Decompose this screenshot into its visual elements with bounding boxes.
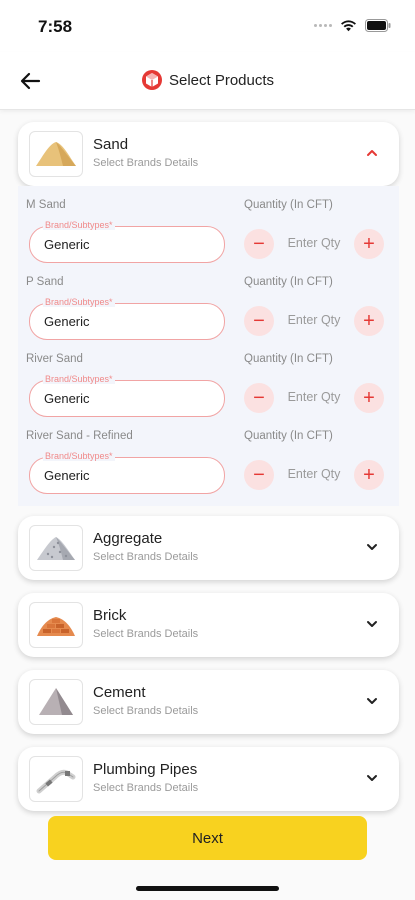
brand-select-river-sand-refined[interactable]: Brand/Subtypes* Generic bbox=[29, 451, 225, 494]
quantity-input[interactable]: Enter Qty bbox=[282, 390, 346, 404]
status-bar: 7:58 bbox=[0, 0, 415, 52]
select-products-screen: 7:58 Select Products Sand Select Brands … bbox=[0, 0, 415, 900]
brand-select-river-sand[interactable]: Brand/Subtypes* Generic bbox=[29, 374, 225, 417]
quantity-input[interactable]: Enter Qty bbox=[282, 467, 346, 481]
brand-select-p-sand[interactable]: Brand/Subtypes* Generic bbox=[29, 297, 225, 340]
chevron-down-icon[interactable] bbox=[365, 694, 379, 708]
product-card-plumbing-pipes[interactable]: Plumbing Pipes Select Brands Details bbox=[18, 747, 399, 811]
battery-icon bbox=[365, 19, 391, 32]
aggregate-thumbnail bbox=[29, 525, 83, 571]
brick-thumbnail bbox=[29, 602, 83, 648]
increment-button[interactable]: + bbox=[354, 460, 384, 490]
sand-thumbnail bbox=[29, 131, 83, 177]
home-indicator bbox=[136, 886, 279, 891]
quantity-stepper-p-sand: − Enter Qty + bbox=[236, 303, 392, 340]
card-title: Plumbing Pipes bbox=[93, 761, 198, 778]
quantity-label: Quantity (In CFT) bbox=[244, 353, 333, 365]
chevron-down-icon[interactable] bbox=[365, 771, 379, 785]
brand-field-value: Generic bbox=[44, 314, 90, 329]
product-card-aggregate[interactable]: Aggregate Select Brands Details bbox=[18, 516, 399, 580]
logo-icon bbox=[141, 70, 162, 90]
pipes-thumbnail bbox=[29, 756, 83, 802]
sand-subtypes-panel: M Sand Quantity (In CFT) Brand/Subtypes*… bbox=[18, 186, 399, 506]
product-card-brick[interactable]: Brick Select Brands Details bbox=[18, 593, 399, 657]
subtype-label-p-sand: P Sand bbox=[26, 276, 64, 288]
cement-icon bbox=[39, 688, 73, 715]
app-header: Select Products bbox=[0, 52, 415, 110]
brand-field-value: Generic bbox=[44, 237, 90, 252]
increment-button[interactable]: + bbox=[354, 383, 384, 413]
card-subtitle: Select Brands Details bbox=[93, 157, 199, 169]
card-subtitle: Select Brands Details bbox=[93, 705, 199, 717]
pipes-icon bbox=[36, 769, 76, 794]
chevron-down-icon[interactable] bbox=[365, 540, 379, 554]
card-subtitle: Select Brands Details bbox=[93, 628, 199, 640]
chevron-down-icon[interactable] bbox=[365, 617, 379, 631]
card-title: Aggregate bbox=[93, 530, 163, 547]
decrement-button[interactable]: − bbox=[244, 229, 274, 259]
quantity-input[interactable]: Enter Qty bbox=[282, 236, 346, 250]
status-icons bbox=[314, 19, 391, 32]
header-title-group: Select Products bbox=[0, 69, 415, 91]
signal-icon bbox=[314, 24, 332, 27]
page-title: Select Products bbox=[168, 71, 275, 89]
brand-select-m-sand[interactable]: Brand/Subtypes* Generic bbox=[29, 220, 225, 263]
product-card-sand[interactable]: Sand Select Brands Details bbox=[18, 122, 399, 186]
decrement-button[interactable]: − bbox=[244, 306, 274, 336]
quantity-stepper-m-sand: − Enter Qty + bbox=[236, 226, 392, 263]
card-title: Brick bbox=[93, 607, 127, 624]
subtype-label-m-sand: M Sand bbox=[26, 199, 66, 211]
aggregate-icon bbox=[37, 537, 75, 560]
quantity-input[interactable]: Enter Qty bbox=[282, 313, 346, 327]
quantity-stepper-river-sand-refined: − Enter Qty + bbox=[236, 457, 392, 494]
sand-pile-icon bbox=[36, 142, 76, 166]
cement-thumbnail bbox=[29, 679, 83, 725]
increment-button[interactable]: + bbox=[354, 306, 384, 336]
decrement-button[interactable]: − bbox=[244, 383, 274, 413]
quantity-label: Quantity (In CFT) bbox=[244, 276, 333, 288]
card-title: Sand bbox=[93, 136, 129, 153]
quantity-stepper-river-sand: − Enter Qty + bbox=[236, 380, 392, 417]
quantity-label: Quantity (In CFT) bbox=[244, 430, 333, 442]
subtype-label-river-sand: River Sand bbox=[26, 353, 83, 365]
brand-field-legend: Brand/Subtypes* bbox=[43, 220, 115, 230]
next-button[interactable]: Next bbox=[48, 816, 367, 860]
card-subtitle: Select Brands Details bbox=[93, 782, 199, 794]
card-subtitle: Select Brands Details bbox=[93, 551, 199, 563]
brand-field-value: Generic bbox=[44, 391, 90, 406]
brand-field-value: Generic bbox=[44, 468, 90, 483]
status-time: 7:58 bbox=[38, 17, 73, 36]
decrement-button[interactable]: − bbox=[244, 460, 274, 490]
subtype-label-river-sand-refined: River Sand - Refined bbox=[26, 430, 133, 442]
brand-field-legend: Brand/Subtypes* bbox=[43, 374, 115, 384]
product-card-cement[interactable]: Cement Select Brands Details bbox=[18, 670, 399, 734]
increment-button[interactable]: + bbox=[354, 229, 384, 259]
quantity-label: Quantity (In CFT) bbox=[244, 199, 333, 211]
brand-field-legend: Brand/Subtypes* bbox=[43, 451, 115, 461]
brick-icon bbox=[37, 617, 75, 636]
chevron-up-icon[interactable] bbox=[365, 146, 379, 160]
card-title: Cement bbox=[93, 684, 146, 701]
brand-field-legend: Brand/Subtypes* bbox=[43, 297, 115, 307]
wifi-icon bbox=[341, 20, 356, 32]
